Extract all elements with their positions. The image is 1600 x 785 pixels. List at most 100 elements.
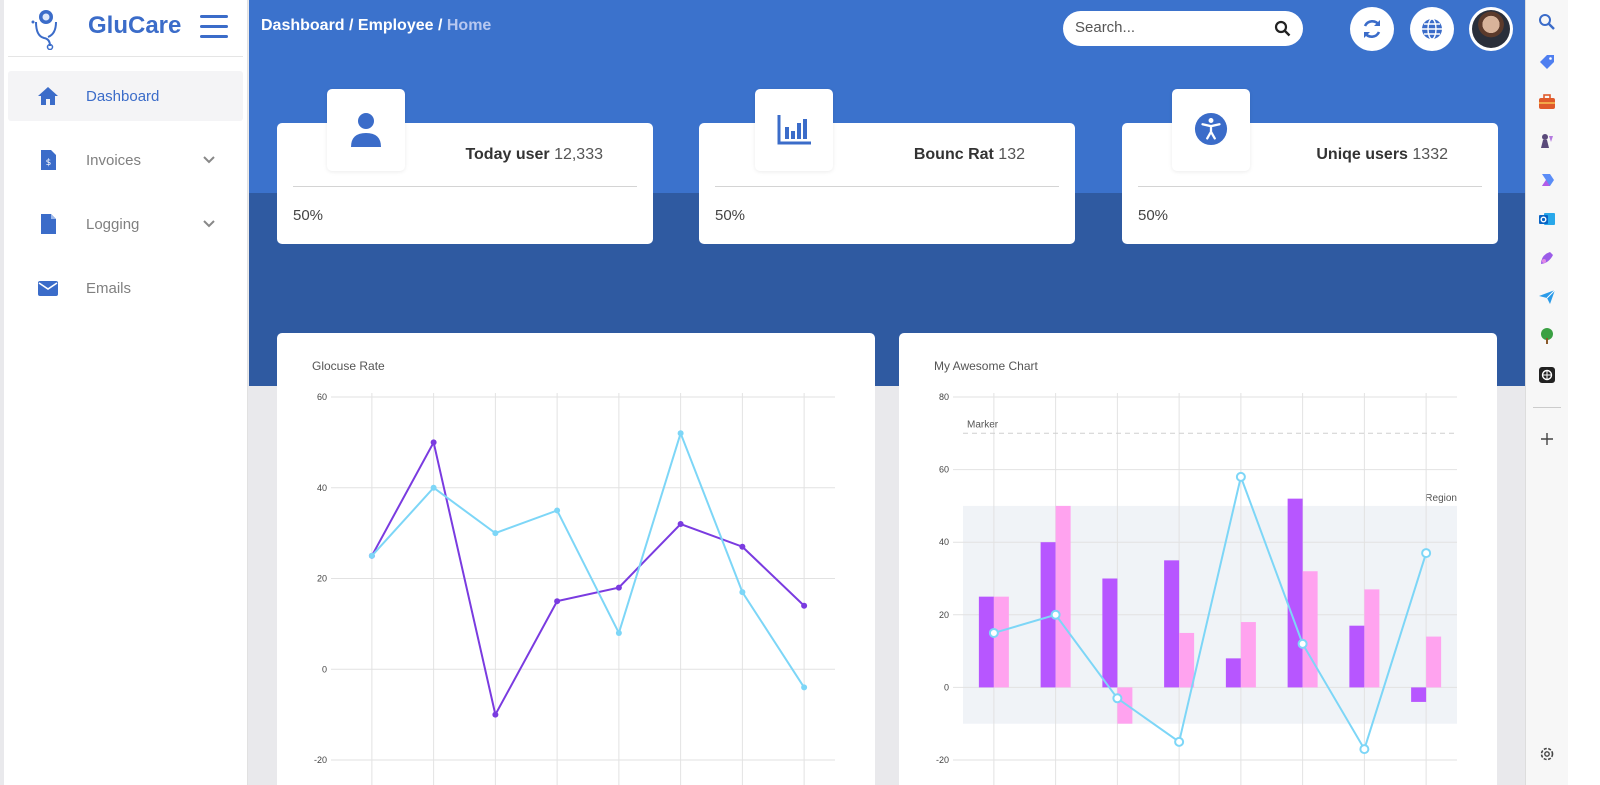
hamburger-line: [200, 15, 228, 18]
y-tick-label: 80: [939, 392, 949, 402]
bar: [1179, 632, 1195, 688]
bar: [1240, 622, 1256, 688]
user-icon: [351, 113, 381, 147]
app-name: GluCare: [88, 12, 182, 39]
stethoscope-logo-icon: [31, 10, 57, 50]
data-point: [554, 507, 561, 514]
avatar[interactable]: [1469, 7, 1513, 51]
y-tick-label: 20: [317, 574, 327, 584]
svg-text:$: $: [46, 158, 52, 168]
bar: [1225, 658, 1241, 688]
send-icon[interactable]: [1538, 288, 1556, 306]
briefcase-icon[interactable]: [1538, 93, 1556, 111]
stat-card-unique-users: Uniqe users 1332 50%: [1122, 89, 1498, 244]
data-point: [1421, 548, 1432, 559]
data-point: [1297, 638, 1308, 649]
data-point: [801, 684, 808, 691]
openai-icon[interactable]: [1538, 366, 1556, 384]
sidebar-item-label: Emails: [86, 279, 132, 297]
data-point: [430, 484, 437, 491]
stat-icon-box: [1172, 89, 1250, 171]
data-point: [492, 530, 499, 537]
hamburger-line: [200, 25, 228, 28]
chess-icon[interactable]: [1538, 132, 1556, 150]
search-icon[interactable]: [1274, 20, 1291, 37]
stat-value: 12,333: [554, 146, 603, 163]
stat-title: Bounc Rat 132: [914, 146, 1025, 164]
tag-icon[interactable]: [1538, 53, 1556, 71]
chevron-down-icon[interactable]: [202, 153, 216, 167]
bar: [1426, 636, 1442, 688]
copilot-icon[interactable]: [1538, 171, 1556, 189]
stat-card-today-user: Today user 12,333 50%: [277, 89, 653, 244]
sidebar-item-invoices[interactable]: $ Invoices: [8, 135, 243, 185]
data-point: [368, 552, 375, 559]
data-point: [430, 439, 437, 446]
stat-card-bounce-rate: Bounc Rat 132 50%: [699, 89, 1075, 244]
chevron-down-icon[interactable]: [202, 217, 216, 231]
designer-icon[interactable]: [1538, 249, 1556, 267]
data-point: [677, 430, 684, 437]
menu-toggle-button[interactable]: [200, 15, 228, 41]
language-button[interactable]: [1410, 7, 1454, 51]
divider: [715, 186, 1059, 187]
envelope-icon: [38, 281, 58, 296]
bar: [1302, 571, 1318, 688]
y-tick-label: -20: [314, 755, 327, 765]
outlook-icon[interactable]: [1538, 210, 1556, 228]
browser-side-rail: [1525, 0, 1568, 785]
y-tick-label: 0: [322, 664, 327, 674]
bar: [978, 596, 994, 688]
bar: [1055, 505, 1071, 688]
bar: [1164, 560, 1180, 688]
bar: [1102, 578, 1118, 688]
tree-icon[interactable]: [1538, 327, 1556, 345]
settings-icon[interactable]: [1538, 745, 1556, 763]
bar: [1287, 498, 1303, 688]
sidebar-nav: Dashboard $ Invoices Logging Emails: [4, 71, 247, 313]
breadcrumb-employee[interactable]: Employee: [358, 17, 434, 34]
data-point: [554, 598, 561, 605]
data-point: [1235, 471, 1246, 482]
bar-chart-icon: [777, 115, 811, 145]
brand: GluCare: [8, 0, 243, 57]
stat-label: Uniqe users: [1316, 146, 1408, 163]
data-point: [677, 521, 684, 528]
data-point: [739, 589, 746, 596]
search-input[interactable]: [1075, 19, 1265, 36]
stat-title: Uniqe users 1332: [1316, 146, 1448, 164]
accessibility-icon: [1194, 112, 1228, 146]
refresh-button[interactable]: [1350, 7, 1394, 51]
avatar-photo: [1472, 10, 1510, 48]
breadcrumb-dashboard[interactable]: Dashboard: [261, 17, 345, 34]
series-line: [371, 430, 805, 688]
refresh-icon: [1363, 20, 1381, 38]
region-label: Region: [1425, 493, 1457, 504]
data-point: [492, 711, 499, 718]
bar: [1411, 687, 1427, 702]
sidebar-item-label: Logging: [86, 215, 140, 233]
divider: [1138, 186, 1482, 187]
bar: [1364, 589, 1380, 688]
chart-panel-awesome: My Awesome Chart Region 80 60 40 20 0 -20 Marke…: [899, 333, 1497, 785]
line-chart: 60 40 20 0 -20: [314, 392, 835, 785]
sidebar-item-dashboard[interactable]: Dashboard: [8, 71, 243, 121]
plus-icon[interactable]: [1538, 430, 1556, 448]
breadcrumb-separator: /: [344, 17, 358, 34]
y-tick-label: 40: [317, 483, 327, 493]
sidebar-item-logging[interactable]: Logging: [8, 199, 243, 249]
bar: [993, 596, 1009, 688]
hamburger-line: [200, 35, 228, 38]
home-icon: [38, 87, 58, 105]
sidebar: GluCare Dashboard $ Invoices Logging Ema…: [4, 0, 248, 785]
sidebar-item-emails[interactable]: Emails: [8, 263, 243, 313]
stat-percent: 50%: [1138, 207, 1169, 224]
globe-icon: [1422, 18, 1442, 40]
bar: [1349, 625, 1365, 688]
y-tick-label: 60: [939, 465, 949, 475]
bar-chart: Region 80 60 40 20 0 -20 Marker: [936, 392, 1457, 785]
y-tick-label: 20: [939, 610, 949, 620]
sidebar-item-label: Invoices: [86, 151, 142, 169]
data-point: [1174, 736, 1185, 747]
search-icon[interactable]: [1538, 13, 1556, 31]
